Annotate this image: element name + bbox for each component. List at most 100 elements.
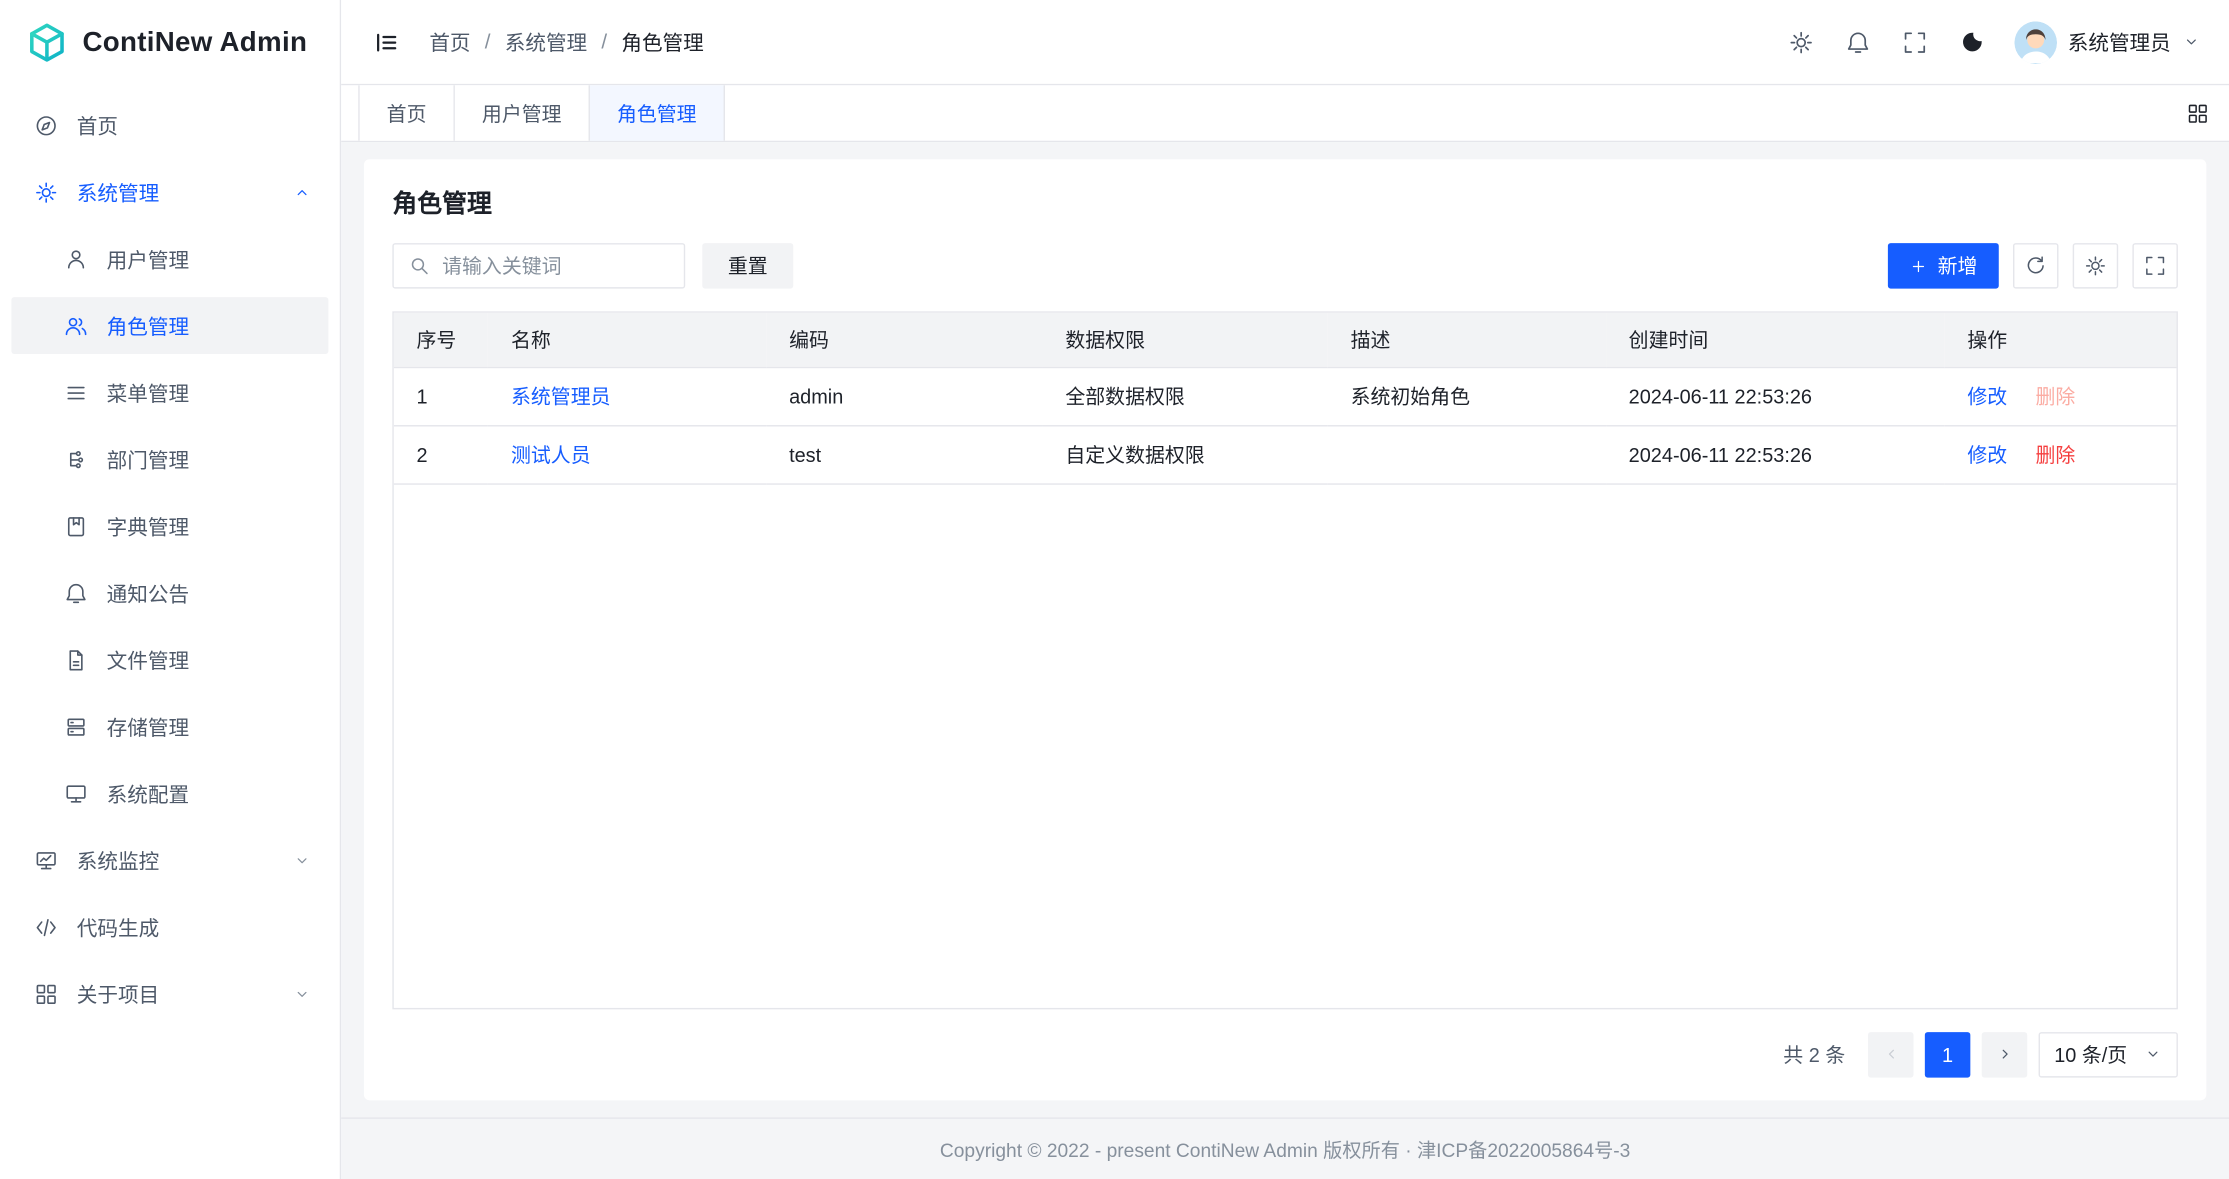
user-icon	[64, 247, 88, 271]
reset-button[interactable]: 重置	[702, 243, 793, 288]
menu-fold-icon	[374, 29, 400, 55]
refresh-icon	[2024, 254, 2047, 277]
sidebar-item-label: 首页	[77, 110, 118, 140]
search-icon	[408, 254, 431, 277]
header-actions: 系统管理员	[1775, 16, 2201, 67]
gear-icon	[34, 180, 58, 204]
tab-label: 用户管理	[482, 99, 562, 127]
sidebar-item-system-monitor[interactable]: 系统监控	[11, 832, 328, 889]
sidebar-item-about-project[interactable]: 关于项目	[11, 965, 328, 1022]
sidebar-item-storage-management[interactable]: 存储管理	[11, 698, 328, 755]
copyright-text: Copyright © 2022 - present ContiNew Admi…	[940, 1134, 1630, 1162]
search-input[interactable]	[442, 254, 669, 277]
app-root: ContiNew Admin 首页 系统管理 用户管理 角色管理	[0, 0, 2229, 1179]
sidebar-item-department-management[interactable]: 部门管理	[11, 431, 328, 488]
breadcrumb-separator: /	[601, 31, 607, 54]
notifications-button[interactable]	[1832, 16, 1883, 67]
page-footer: Copyright © 2022 - present ContiNew Admi…	[341, 1117, 2229, 1179]
chevron-down-icon	[293, 851, 311, 869]
bookmark-icon	[64, 514, 88, 538]
fullscreen-button[interactable]	[1889, 16, 1940, 67]
sidebar-item-label: 关于项目	[77, 979, 159, 1009]
breadcrumb-current: 角色管理	[621, 27, 703, 57]
tab-role-management[interactable]: 角色管理	[590, 85, 725, 140]
col-header-index: 序号	[394, 313, 488, 367]
file-icon	[64, 648, 88, 672]
cell-scope: 全部数据权限	[1043, 367, 1328, 425]
sidebar-item-dict-management[interactable]: 字典管理	[11, 498, 328, 555]
grid-icon	[34, 982, 58, 1006]
cell-index: 1	[394, 367, 488, 425]
sidebar-item-code-generation[interactable]: 代码生成	[11, 898, 328, 955]
cell-code: admin	[766, 367, 1042, 425]
sidebar-item-label: 系统监控	[77, 845, 159, 875]
dark-mode-toggle[interactable]	[1945, 16, 1996, 67]
sidebar-item-label: 部门管理	[107, 444, 189, 474]
pagination-total: 共 2 条	[1783, 1040, 1845, 1068]
cell-created: 2024-06-11 22:53:26	[1606, 367, 1945, 425]
pagination: 共 2 条 1 10 条/页	[392, 1031, 2178, 1076]
sidebar-collapse-button[interactable]	[364, 19, 409, 64]
refresh-button[interactable]	[2013, 243, 2058, 288]
breadcrumb-home[interactable]: 首页	[429, 27, 470, 57]
storage-icon	[64, 714, 88, 738]
tab-bar: 首页 用户管理 角色管理	[341, 85, 2229, 142]
sidebar-item-file-management[interactable]: 文件管理	[11, 631, 328, 688]
sidebar-item-system-config[interactable]: 系统配置	[11, 765, 328, 822]
role-name-link[interactable]: 测试人员	[511, 443, 591, 466]
settings-button[interactable]	[1775, 16, 1826, 67]
app-title: ContiNew Admin	[82, 26, 307, 59]
sidebar-item-label: 系统管理	[77, 177, 159, 207]
edit-link[interactable]: 修改	[1967, 443, 2007, 466]
roles-table: 序号 名称 编码 数据权限 描述 创建时间 操作 1	[392, 311, 2178, 1008]
toolbar-right: 新增	[1888, 243, 2178, 288]
sidebar-item-system-management[interactable]: 系统管理	[11, 163, 328, 220]
cell-index: 2	[394, 425, 488, 483]
sidebar-item-home[interactable]: 首页	[11, 97, 328, 154]
tab-home[interactable]: 首页	[358, 85, 455, 140]
breadcrumb: 首页 / 系统管理 / 角色管理	[429, 27, 703, 57]
sidebar-item-label: 代码生成	[77, 912, 159, 942]
sidebar-submenu-system: 用户管理 角色管理 菜单管理 部门管理 字典管理	[0, 230, 340, 821]
col-header-scope: 数据权限	[1043, 313, 1328, 367]
col-header-name: 名称	[488, 313, 766, 367]
table-settings-button[interactable]	[2073, 243, 2118, 288]
chevron-down-icon	[293, 984, 311, 1002]
pagination-page-1[interactable]: 1	[1925, 1031, 1970, 1076]
col-header-desc: 描述	[1328, 313, 1606, 367]
chevron-up-icon	[293, 183, 311, 201]
user-group-icon	[64, 313, 88, 337]
sidebar: ContiNew Admin 首页 系统管理 用户管理 角色管理	[0, 0, 341, 1179]
monitor-icon	[64, 781, 88, 805]
moon-icon	[1958, 29, 1984, 55]
pagination-prev-button	[1868, 1031, 1913, 1076]
user-menu-trigger[interactable]: 系统管理员	[2014, 21, 2201, 64]
table-fullscreen-button[interactable]	[2132, 243, 2177, 288]
chevron-down-icon	[2144, 1045, 2162, 1063]
top-header: 首页 / 系统管理 / 角色管理	[341, 0, 2229, 85]
pagination-next-button[interactable]	[1982, 1031, 2027, 1076]
chevron-right-icon	[1995, 1045, 2013, 1063]
tab-actions-button[interactable]	[2167, 85, 2229, 140]
add-button-label: 新增	[1938, 252, 1978, 280]
chevron-left-icon	[1881, 1045, 1899, 1063]
tab-user-management[interactable]: 用户管理	[455, 85, 590, 140]
tab-label: 角色管理	[617, 99, 697, 127]
sidebar-item-label: 存储管理	[107, 712, 189, 742]
sidebar-item-label: 角色管理	[107, 311, 189, 341]
sidebar-item-notice[interactable]: 通知公告	[11, 564, 328, 621]
sidebar-item-menu-management[interactable]: 菜单管理	[11, 364, 328, 421]
col-header-created: 创建时间	[1606, 313, 1945, 367]
col-header-code: 编码	[766, 313, 1042, 367]
edit-link[interactable]: 修改	[1967, 385, 2007, 408]
sidebar-item-role-management[interactable]: 角色管理	[11, 297, 328, 354]
page-size-select[interactable]: 10 条/页	[2039, 1031, 2178, 1076]
grid-icon	[2186, 102, 2209, 125]
cell-desc	[1328, 425, 1606, 483]
add-button[interactable]: 新增	[1888, 243, 1999, 288]
delete-link[interactable]: 删除	[2035, 443, 2075, 466]
sidebar-item-user-management[interactable]: 用户管理	[11, 230, 328, 287]
chevron-down-icon	[2182, 33, 2200, 51]
breadcrumb-system-management[interactable]: 系统管理	[505, 27, 587, 57]
role-name-link[interactable]: 系统管理员	[511, 385, 611, 408]
